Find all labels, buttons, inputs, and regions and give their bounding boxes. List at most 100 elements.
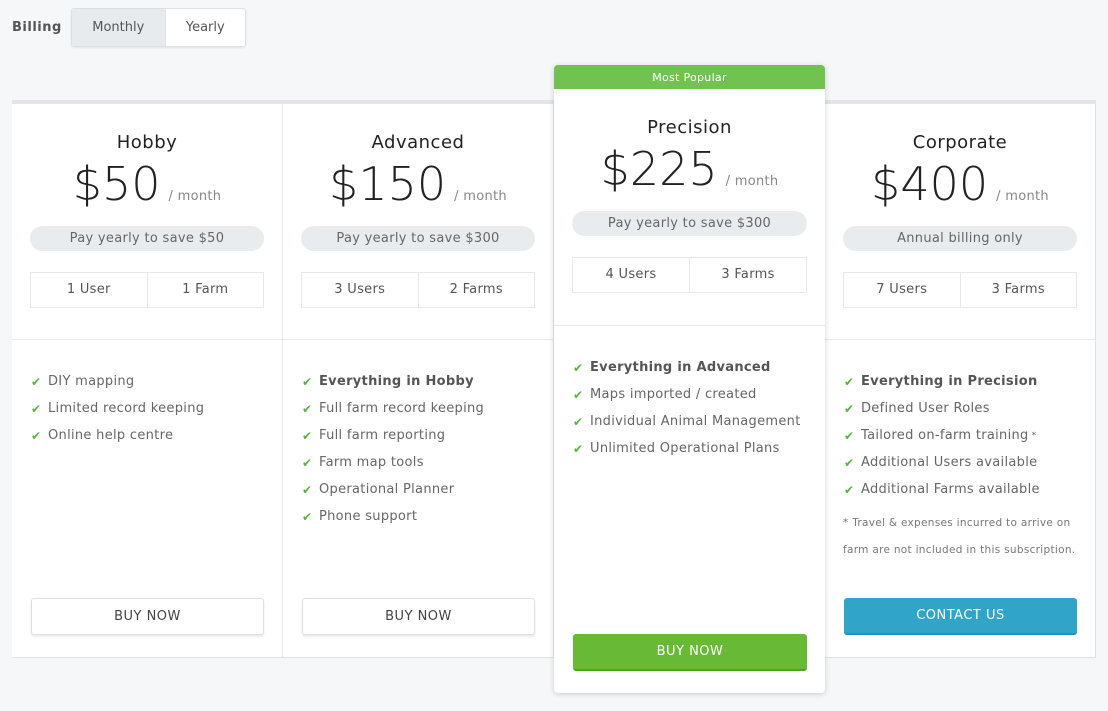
feature-text: Full farm reporting xyxy=(319,428,446,443)
feature-text: Unlimited Operational Plans xyxy=(590,441,780,456)
check-icon: ✔ xyxy=(31,402,42,416)
check-icon: ✔ xyxy=(844,456,855,470)
feature-text: Everything in Precision xyxy=(861,374,1038,389)
yearly-toggle-button[interactable]: Yearly xyxy=(164,9,245,46)
farms-limit: 2 Farms xyxy=(417,273,535,307)
feature-text: Operational Planner xyxy=(319,482,455,497)
feature-item: ✔ Full farm record keeping xyxy=(302,400,553,427)
plan-card-precision: Most Popular Precision $225 / month Pay … xyxy=(554,65,825,693)
feature-list: ✔ Everything in Hobby ✔ Full farm record k… xyxy=(283,340,553,535)
feature-item: ✔ Unlimited Operational Plans xyxy=(573,440,825,467)
plan-card-hobby: Hobby $50 / month Pay yearly to save $50… xyxy=(12,104,283,657)
savings-pill: Pay yearly to save $50 xyxy=(30,226,264,251)
savings-pill: Pay yearly to save $300 xyxy=(572,211,807,236)
plan-name: Hobby xyxy=(116,132,178,153)
users-limit: 4 Users xyxy=(605,267,657,282)
feature-item: ✔ Maps imported / created xyxy=(573,386,825,413)
billing-toggle: Monthly Yearly xyxy=(70,8,246,47)
feature-text: DIY mapping xyxy=(48,374,135,389)
price-period: / month xyxy=(996,189,1049,204)
feature-list: ✔ Everything in Precision ✔ Defined User R… xyxy=(825,340,1095,508)
contact-us-button[interactable]: CONTACT US xyxy=(844,598,1077,635)
farms-limit: 3 Farms xyxy=(689,258,806,292)
monthly-toggle-button[interactable]: Monthly xyxy=(71,9,165,46)
feature-item: ✔ Everything in Advanced xyxy=(573,359,825,386)
plan-name: Advanced xyxy=(371,132,465,153)
billing-switcher: Billing Monthly Yearly xyxy=(12,8,246,47)
feature-item: ✔ Everything in Precision xyxy=(844,373,1095,400)
plan-header: Precision $225 / month Pay yearly to sav… xyxy=(554,89,825,326)
plan-price: $150 xyxy=(329,157,447,211)
feature-item: ✔ Tailored on-farm training * xyxy=(844,427,1095,454)
plan-header: Hobby $50 / month Pay yearly to save $50… xyxy=(12,104,282,340)
price-line: $50 / month xyxy=(12,158,282,210)
check-icon: ✔ xyxy=(31,429,42,443)
check-icon: ✔ xyxy=(573,361,584,375)
feature-item: ✔ Full farm reporting xyxy=(302,427,553,454)
price-line: $150 / month xyxy=(283,158,553,210)
users-limit: 7 Users xyxy=(876,282,928,297)
check-icon: ✔ xyxy=(844,429,855,443)
check-icon: ✔ xyxy=(302,402,313,416)
feature-text: Defined User Roles xyxy=(861,401,990,416)
feature-item: ✔ DIY mapping xyxy=(31,373,282,400)
plan-header: Advanced $150 / month Pay yearly to save… xyxy=(283,104,553,340)
plan-name: Precision xyxy=(647,117,732,138)
check-icon: ✔ xyxy=(302,456,313,470)
feature-list: ✔ DIY mapping ✔ Limited record keeping ✔ On… xyxy=(12,340,282,454)
billing-note-pill: Annual billing only xyxy=(843,226,1077,251)
check-icon: ✔ xyxy=(573,388,584,402)
feature-text: Individual Animal Management xyxy=(590,414,801,429)
footnote: * Travel & expenses incurred to arrive o… xyxy=(843,517,1076,556)
feature-item: ✔ Defined User Roles xyxy=(844,400,1095,427)
plan-limits: 3 Users 2 Farms xyxy=(301,272,535,308)
plan-price: $400 xyxy=(871,157,989,211)
feature-text: Limited record keeping xyxy=(48,401,205,416)
check-icon: ✔ xyxy=(302,510,313,524)
feature-text: Phone support xyxy=(319,509,418,524)
buy-now-button-advanced[interactable]: BUY NOW xyxy=(302,598,535,635)
plan-card-corporate: Corporate $400 / month Annual billing on… xyxy=(825,104,1095,657)
plan-limits: 1 User 1 Farm xyxy=(30,272,264,308)
check-icon: ✔ xyxy=(844,483,855,497)
price-line: $225 / month xyxy=(554,143,825,195)
feature-text: Farm map tools xyxy=(319,455,424,470)
feature-item: ✔ Online help centre xyxy=(31,427,282,454)
feature-item: ✔ Operational Planner xyxy=(302,481,553,508)
plan-limits: 7 Users 3 Farms xyxy=(843,272,1077,308)
feature-text: Additional Users available xyxy=(861,455,1038,470)
price-period: / month xyxy=(454,189,507,204)
price-period: / month xyxy=(725,174,779,189)
feature-item: ✔ Everything in Hobby xyxy=(302,373,553,400)
feature-text: Additional Farms available xyxy=(861,482,1040,497)
feature-text: Tailored on-farm training xyxy=(861,428,1029,443)
users-limit: 1 User xyxy=(66,282,111,297)
feature-item: ✔ Farm map tools xyxy=(302,454,553,481)
check-icon: ✔ xyxy=(302,483,313,497)
users-limit: 3 Users xyxy=(334,282,386,297)
feature-text: Full farm record keeping xyxy=(319,401,485,416)
feature-text: Everything in Hobby xyxy=(319,374,474,389)
farms-limit: 1 Farm xyxy=(146,273,264,307)
feature-item: ✔ Additional Farms available xyxy=(844,481,1095,508)
billing-label: Billing xyxy=(12,20,62,35)
check-icon: ✔ xyxy=(31,375,42,389)
check-icon: ✔ xyxy=(844,375,855,389)
buy-now-button-hobby[interactable]: BUY NOW xyxy=(31,598,264,635)
feature-list: ✔ Everything in Advanced ✔ Maps imported /… xyxy=(554,326,825,467)
footnote-marker: * xyxy=(1031,431,1037,441)
price-line: $400 / month xyxy=(825,158,1095,210)
savings-pill: Pay yearly to save $300 xyxy=(301,226,535,251)
plan-limits: 4 Users 3 Farms xyxy=(572,257,807,293)
feature-item: ✔ Phone support xyxy=(302,508,553,535)
most-popular-badge: Most Popular xyxy=(554,65,825,89)
farms-limit: 3 Farms xyxy=(959,273,1077,307)
feature-item: ✔ Additional Users available xyxy=(844,454,1095,481)
check-icon: ✔ xyxy=(844,402,855,416)
check-icon: ✔ xyxy=(302,375,313,389)
plan-header: Corporate $400 / month Annual billing on… xyxy=(825,104,1095,340)
check-icon: ✔ xyxy=(302,429,313,443)
plan-name: Corporate xyxy=(912,132,1008,153)
price-period: / month xyxy=(168,189,222,204)
buy-now-button-precision[interactable]: BUY NOW xyxy=(573,634,807,671)
